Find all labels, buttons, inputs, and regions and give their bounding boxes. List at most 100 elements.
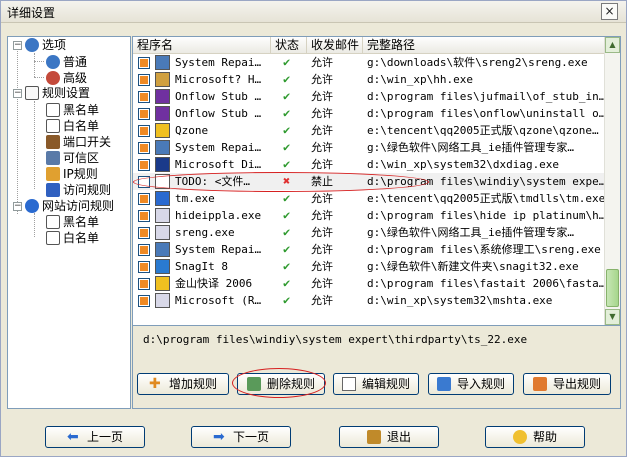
table-row[interactable]: Qzone ✔ 允许 e:\tencent\qq2005正式版\qzone\qzone… [133,122,606,139]
tree-item-trusted[interactable]: 可信区 [46,150,99,166]
check-icon[interactable]: ✔ [283,292,303,309]
check-icon[interactable]: ✔ [283,139,303,156]
table-row[interactable]: Microsoft (R… ✔ 允许 d:\win_xp\system32\mshta… [133,292,606,309]
table-row[interactable]: Microsoft Di… ✔ 允许 d:\win_xp\system32\dxdia… [133,156,606,173]
column-header-mail[interactable]: 收发邮件 [307,37,363,54]
tree-item-ports[interactable]: 端口开关 [46,134,111,150]
tree-expander[interactable]: − [13,41,22,50]
add-rule-button[interactable]: ✚ 增加规则 [137,373,229,395]
exit-button[interactable]: 退出 [339,426,439,448]
check-icon[interactable]: ✔ [283,275,303,292]
export-rule-button[interactable]: 导出规则 [523,373,611,395]
row-checkbox[interactable] [138,193,150,205]
prev-page-button[interactable]: ⬅ 上一页 [45,426,145,448]
mail-permission: 允许 [311,192,333,205]
program-path: g:\绿色软件\网络工具_ie插件管理专家… [367,226,574,239]
tree-item-access-rules[interactable]: 访问规则 [46,182,111,198]
table-row[interactable]: sreng.exe ✔ 允许 g:\绿色软件\网络工具_ie插件管理专家… [133,224,606,241]
check-icon[interactable]: ✔ [283,156,303,173]
mail-permission: 允许 [311,158,333,171]
check-icon[interactable]: ✔ [283,105,303,122]
check-icon[interactable]: ✔ [283,71,303,88]
mail-permission: 允许 [311,294,333,307]
row-checkbox[interactable] [138,57,150,69]
program-name: tm.exe [175,192,215,205]
tree-item-whitelist[interactable]: 白名单 [46,118,99,134]
help-button[interactable]: 帮助 [485,426,585,448]
row-checkbox[interactable] [138,108,150,120]
tree-item-options[interactable]: 选项 [25,37,66,53]
vertical-scrollbar[interactable]: ▲ ▼ [604,37,620,325]
row-checkbox[interactable] [138,261,150,273]
tree-expander[interactable]: − [13,89,22,98]
app-icon [155,140,170,155]
scroll-thumb[interactable] [606,269,619,307]
table-row[interactable]: Microsoft? H… ✔ 允许 d:\win_xp\hh.exe [133,71,606,88]
check-icon[interactable]: ✔ [283,122,303,139]
check-icon[interactable]: ✔ [283,224,303,241]
table-row[interactable]: Onflow Stub … ✔ 允许 d:\program files\onflow\… [133,105,606,122]
check-icon[interactable]: ✔ [283,207,303,224]
exe-icon [46,183,60,197]
window-title: 详细设置 [7,6,56,20]
check-icon[interactable]: ✔ [283,190,303,207]
selected-path: d:\program files\windiy\system expert\th… [143,333,528,346]
row-checkbox[interactable] [138,227,150,239]
tree-item-web-rules[interactable]: 网站访问规则 [25,198,114,214]
row-checkbox[interactable] [138,74,150,86]
row-checkbox[interactable] [138,176,150,188]
tree-item-advanced[interactable]: 高级 [46,70,87,86]
row-checkbox[interactable] [138,295,150,307]
tree-item-rules[interactable]: 规则设置 [25,85,90,101]
row-checkbox[interactable] [138,91,150,103]
column-header-name[interactable]: 程序名 [133,37,271,54]
scroll-down-button[interactable]: ▼ [605,309,620,325]
close-button[interactable]: × [601,3,618,20]
table-row[interactable]: System Repai… ✔ 允许 g:\绿色软件\网络工具_ie插件管理专家… [133,139,606,156]
column-header-status[interactable]: 状态 [271,37,307,54]
table-row[interactable]: tm.exe ✔ 允许 e:\tencent\qq2005正式版\tmdlls\tm.… [133,190,606,207]
check-icon[interactable]: ✔ [283,241,303,258]
edit-rule-button[interactable]: 编辑规则 [333,373,419,395]
delete-rule-button[interactable]: 删除规则 [237,373,325,395]
table-row[interactable]: System Repai… ✔ 允许 d:\program files\系统修理工\s… [133,241,606,258]
table-row[interactable]: 金山快译 2006 ✔ 允许 d:\program files\fastait 200… [133,275,606,292]
tree-item-blacklist[interactable]: 黑名单 [46,102,99,118]
tree-item-general[interactable]: 普通 [46,54,87,70]
program-path: d:\program files\fastait 2006\fasta… [367,277,606,290]
program-path: g:\downloads\软件\sreng2\sreng.exe [367,56,588,69]
table-row[interactable]: System Repai… ✔ 允许 g:\downloads\软件\sreng2\s… [133,54,606,71]
gear-icon [46,55,60,69]
column-header-path[interactable]: 完整路径 [363,37,606,54]
tree-label: 访问规则 [63,183,112,197]
row-checkbox[interactable] [138,278,150,290]
row-checkbox[interactable] [138,125,150,137]
import-rule-button[interactable]: 导入规则 [428,373,514,395]
program-name: SnagIt 8 [175,260,228,273]
row-checkbox[interactable] [138,210,150,222]
program-path: d:\program files\hide ip platinum\h… [367,209,606,222]
scroll-up-button[interactable]: ▲ [605,37,620,53]
table-row[interactable]: TODO: <文件… ✖ 禁止 d:\program files\windiy\sys… [133,173,606,190]
arrow-right-icon: ➡ [212,429,225,445]
cross-icon[interactable]: ✖ [283,173,303,190]
next-page-button[interactable]: ➡ 下一页 [191,426,291,448]
program-path: d:\program files\系统修理工\sreng.exe [367,243,601,256]
check-icon[interactable]: ✔ [283,258,303,275]
mail-permission: 禁止 [311,175,333,188]
check-icon[interactable]: ✔ [283,88,303,105]
program-name: TODO: <文件… [175,175,250,188]
table-row[interactable]: Onflow Stub … ✔ 允许 d:\program files\jufmail… [133,88,606,105]
row-checkbox[interactable] [138,159,150,171]
program-name: Onflow Stub … [175,90,262,103]
tree-label: 高级 [63,71,88,85]
tree-item-web-whitelist[interactable]: 白名单 [46,230,99,246]
tree-item-web-blacklist[interactable]: 黑名单 [46,214,99,230]
row-checkbox[interactable] [138,142,150,154]
tree-item-ip-rules[interactable]: IP规则 [46,166,98,182]
table-row[interactable]: hideippla.exe ✔ 允许 d:\program files\hide ip… [133,207,606,224]
row-checkbox[interactable] [138,244,150,256]
check-icon[interactable]: ✔ [283,54,303,71]
tree-expander[interactable]: − [13,202,22,211]
table-row[interactable]: SnagIt 8 ✔ 允许 g:\绿色软件\新建文件夹\snagit32.exe [133,258,606,275]
